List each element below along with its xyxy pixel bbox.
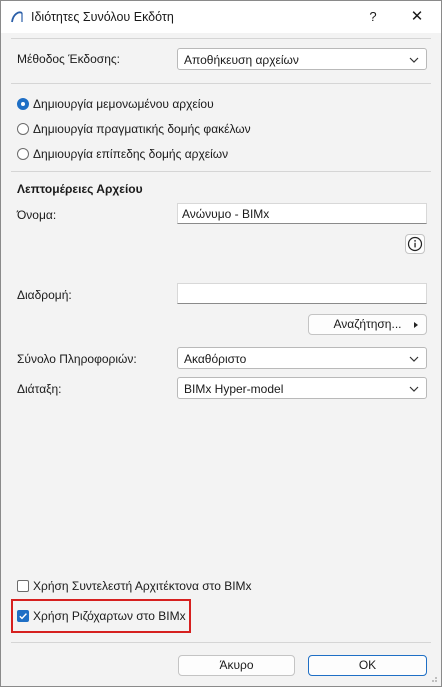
radio-single-file[interactable] — [17, 98, 29, 110]
separator — [11, 38, 431, 39]
chevron-down-icon — [409, 356, 419, 362]
window-title: Ιδιότητες Συνόλου Εκδότη — [31, 10, 174, 24]
radio-flat-structure[interactable] — [17, 148, 29, 160]
dialog: Ιδιότητες Συνόλου Εκδότη ? ✕ Μέθοδος Έκδ… — [0, 0, 442, 687]
name-label: Όνομα: — [17, 208, 57, 222]
method-select[interactable]: Αποθήκευση αρχείων — [177, 48, 427, 70]
layout-select[interactable]: BIMx Hyper-model — [177, 377, 427, 399]
chevron-down-icon — [409, 386, 419, 392]
checkmark-icon — [19, 613, 27, 620]
option-label: Δημιουργία μεμονωμένου αρχείου — [33, 97, 214, 111]
path-label: Διαδρομή: — [17, 288, 72, 302]
browse-button[interactable]: Αναζήτηση... — [308, 314, 427, 335]
info-button[interactable] — [405, 234, 425, 254]
layout-label: Διάταξη: — [17, 382, 62, 396]
help-button[interactable]: ? — [363, 7, 383, 27]
ok-button[interactable]: OK — [308, 655, 427, 676]
ok-label: OK — [358, 658, 377, 672]
method-value: Αποθήκευση αρχείων — [184, 53, 299, 67]
details-heading: Λεπτομέρειες Αρχείου — [17, 182, 143, 196]
tracing-paper-checkbox[interactable] — [17, 610, 29, 622]
radio-real-folders[interactable] — [17, 123, 29, 135]
info-set-label: Σύνολο Πληροφοριών: — [17, 352, 137, 366]
cancel-button[interactable]: Άκυρο — [178, 655, 295, 676]
archicad-icon — [11, 11, 23, 23]
resize-grip-icon[interactable] — [428, 673, 438, 683]
triangle-right-icon — [414, 322, 418, 328]
path-field[interactable] — [177, 283, 427, 304]
separator — [11, 642, 431, 643]
method-label: Μέθοδος Έκδοσης: — [17, 52, 120, 66]
option-label: Δημιουργία πραγματικής δομής φακέλων — [33, 122, 251, 136]
separator — [11, 171, 431, 172]
chevron-down-icon — [409, 57, 419, 63]
title-bar: Ιδιότητες Συνόλου Εκδότη ? ✕ — [1, 1, 441, 33]
close-button[interactable]: ✕ — [406, 7, 428, 27]
name-value: Ανώνυμο - BIMx — [182, 207, 270, 221]
layout-value: BIMx Hyper-model — [184, 382, 284, 396]
checkbox-label: Χρήση Ριζόχαρτων στο BIMx — [33, 609, 186, 623]
browse-label: Αναζήτηση... — [333, 317, 402, 331]
info-set-select[interactable]: Ακαθόριστο — [177, 347, 427, 369]
checkbox-label: Χρήση Συντελεστή Αρχιτέκτονα στο BIMx — [33, 579, 252, 593]
info-set-value: Ακαθόριστο — [184, 352, 247, 366]
info-icon — [407, 236, 423, 252]
name-field[interactable]: Ανώνυμο - BIMx — [177, 203, 427, 224]
cancel-label: Άκυρο — [219, 658, 254, 672]
separator — [11, 83, 431, 84]
option-label: Δημιουργία επίπεδης δομής αρχείων — [33, 147, 229, 161]
architect-factor-checkbox[interactable] — [17, 580, 29, 592]
